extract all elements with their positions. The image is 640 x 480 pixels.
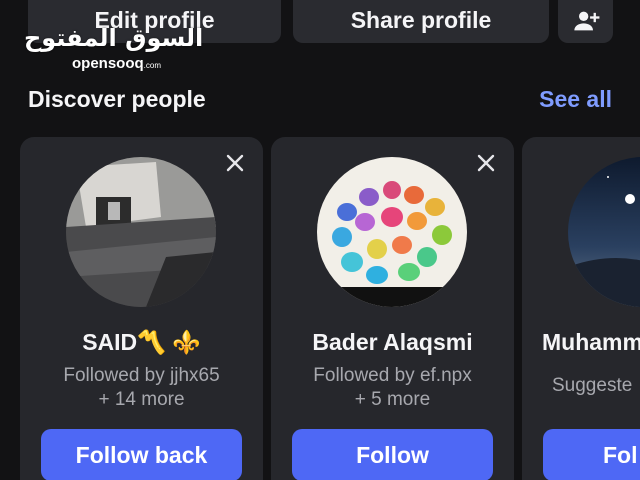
followed-by-line: Followed by jjhx65 [63, 365, 220, 386]
follow-button[interactable]: Follow [292, 429, 493, 480]
user-name: SAID〽️ ⚜️ [82, 329, 201, 355]
avatar[interactable] [317, 157, 467, 307]
close-icon [226, 154, 244, 172]
followed-by-text: Followed by jjhx65 + 14 more [20, 364, 263, 412]
follow-button-label: Follow [356, 441, 429, 468]
avatar-image [66, 157, 216, 307]
followed-by-text: Followed by ef.npx + 5 more [271, 364, 514, 412]
opensooq-watermark: السوق المفتوح opensooq.com [20, 24, 203, 76]
suggestion-card[interactable]: Muhamm Suggeste Fol [522, 137, 640, 480]
more-followers-line: + 5 more [354, 389, 431, 410]
follow-back-button[interactable]: Follow back [41, 429, 242, 480]
suggestion-card[interactable]: Bader Alaqsmi Followed by ef.npx + 5 mor… [271, 137, 514, 480]
follow-button-label: Fol [603, 441, 638, 468]
watermark-latin-name: opensooq [72, 55, 144, 72]
user-name: Bader Alaqsmi [312, 329, 473, 355]
share-profile-label: Share profile [350, 7, 492, 33]
watermark-latin-text: opensooq.com [72, 55, 161, 72]
avatar-image [317, 157, 467, 307]
close-icon [477, 154, 495, 172]
suggestion-card[interactable]: SAID〽️ ⚜️ Followed by jjhx65 + 14 more F… [20, 137, 263, 480]
see-all-link[interactable]: See all [539, 86, 612, 113]
avatar[interactable] [66, 157, 216, 307]
user-name: Muhamm [542, 329, 640, 355]
profile-page: Edit profile Share profile السوق المفتوح… [0, 0, 640, 480]
person-add-icon [573, 11, 599, 30]
watermark-arabic-text: السوق المفتوح [24, 24, 204, 52]
dismiss-button[interactable] [476, 153, 496, 173]
avatar[interactable] [568, 157, 640, 307]
dismiss-button[interactable] [225, 153, 245, 173]
more-followers-line: + 14 more [98, 389, 185, 410]
suggested-text: Suggeste [552, 375, 633, 396]
share-profile-button[interactable]: Share profile [293, 0, 549, 43]
watermark-latin-suffix: .com [143, 61, 162, 70]
follow-button[interactable]: Fol [543, 429, 640, 480]
follow-button-label: Follow back [75, 441, 208, 468]
add-person-button[interactable] [558, 0, 613, 43]
discover-people-title: Discover people [28, 86, 206, 112]
followed-by-line: Followed by ef.npx [313, 365, 472, 386]
avatar-image [568, 157, 640, 307]
